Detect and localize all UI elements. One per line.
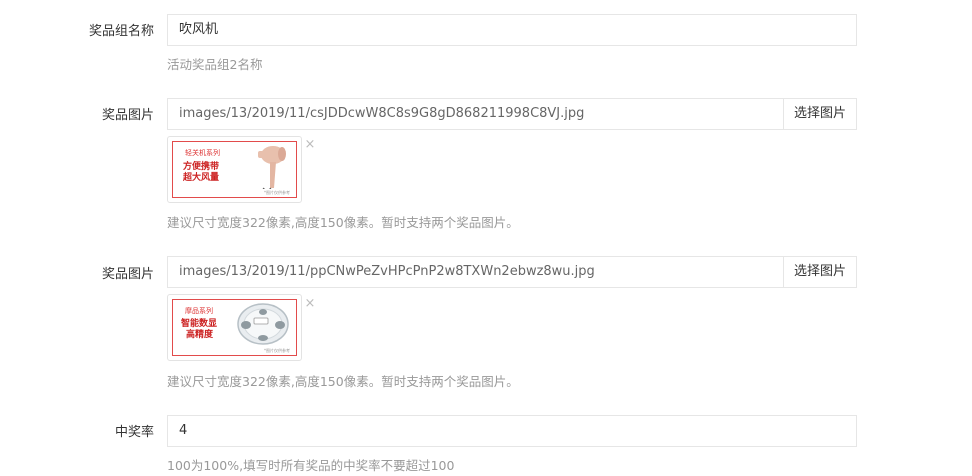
promo-series-text: 轻关机系列 xyxy=(185,149,220,157)
promo-line-1: 智能数显 xyxy=(181,319,218,329)
prize-group-label: 奖品组名称 xyxy=(88,24,154,39)
image-size-hint: 建议尺寸宽度322像素,高度150像素。暂时支持两个奖品图片。 xyxy=(167,215,519,230)
select-image-button[interactable]: 选择图片 xyxy=(783,256,857,288)
promo-main-text: 方便携带 超大风量 xyxy=(183,162,219,184)
prize-image-label: 奖品图片 xyxy=(101,108,154,123)
promo-card: 摩品系列 智能数显 高精度 *图片仅供参考 xyxy=(172,299,297,356)
win-rate-input[interactable]: 4 xyxy=(167,415,857,447)
promo-disclaimer: *图片仅供参考 xyxy=(264,348,290,353)
image-path-input[interactable]: images/13/2019/11/csJDDcwW8C8s9G8gD86821… xyxy=(167,98,784,130)
remove-image-icon[interactable]: × xyxy=(304,297,316,310)
win-rate-hint: 100为100%,填写时所有奖品的中奖率不要超过100 xyxy=(167,458,455,473)
image-preview-thumbnail: 轻关机系列 方便携带 超大风量 *图片仅供参考 xyxy=(167,136,302,203)
promo-disclaimer: *图片仅供参考 xyxy=(264,190,290,195)
promo-line-2: 超大风量 xyxy=(183,173,220,183)
select-image-button[interactable]: 选择图片 xyxy=(783,98,857,130)
prize-group-hint: 活动奖品组2名称 xyxy=(167,57,263,72)
image-path-input[interactable]: images/13/2019/11/ppCNwPeZvHPcPnP2w8TXWn… xyxy=(167,256,784,288)
prize-image-label: 奖品图片 xyxy=(101,267,154,282)
promo-line-1: 方便携带 xyxy=(183,162,220,172)
promo-series-text: 摩品系列 xyxy=(185,307,213,315)
scale-icon xyxy=(237,303,289,345)
image-preview-thumbnail: 摩品系列 智能数显 高精度 *图片仅供参考 xyxy=(167,294,302,361)
remove-image-icon[interactable]: × xyxy=(304,138,316,151)
prize-group-input[interactable]: 吹风机 xyxy=(167,14,857,46)
promo-main-text: 智能数显 高精度 xyxy=(181,319,217,341)
hair-dryer-icon xyxy=(258,146,286,189)
win-rate-label: 中奖率 xyxy=(114,425,154,440)
promo-card: 轻关机系列 方便携带 超大风量 *图片仅供参考 xyxy=(172,141,297,198)
image-size-hint: 建议尺寸宽度322像素,高度150像素。暂时支持两个奖品图片。 xyxy=(167,374,519,389)
promo-line-2: 高精度 xyxy=(186,330,214,340)
